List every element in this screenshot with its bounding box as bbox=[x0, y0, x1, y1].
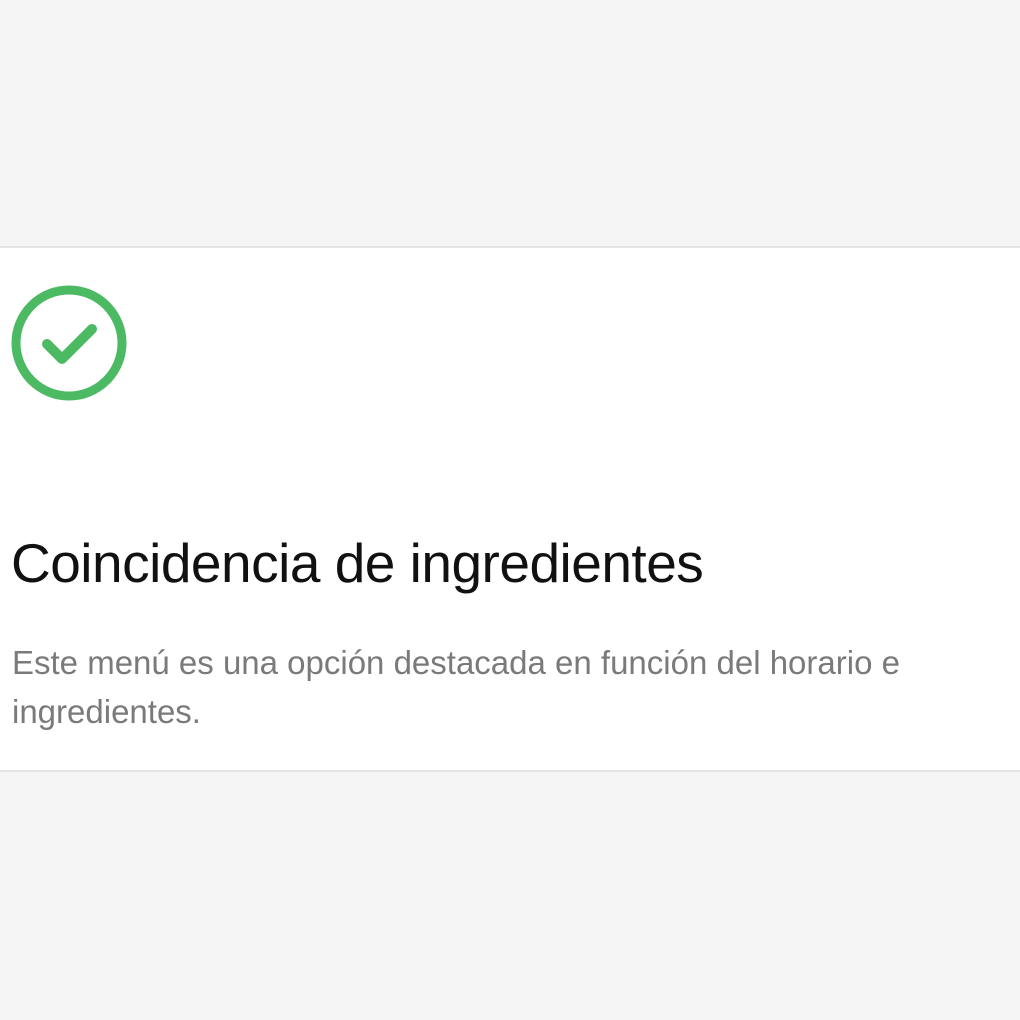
check-circle-icon bbox=[10, 284, 128, 402]
page: Coincidencia de ingredientes Este menú e… bbox=[0, 0, 1020, 1020]
ingredient-match-card: Coincidencia de ingredientes Este menú e… bbox=[0, 246, 1020, 772]
card-title: Coincidencia de ingredientes bbox=[11, 532, 704, 594]
card-description: Este menú es una opción destacada en fun… bbox=[12, 644, 900, 730]
